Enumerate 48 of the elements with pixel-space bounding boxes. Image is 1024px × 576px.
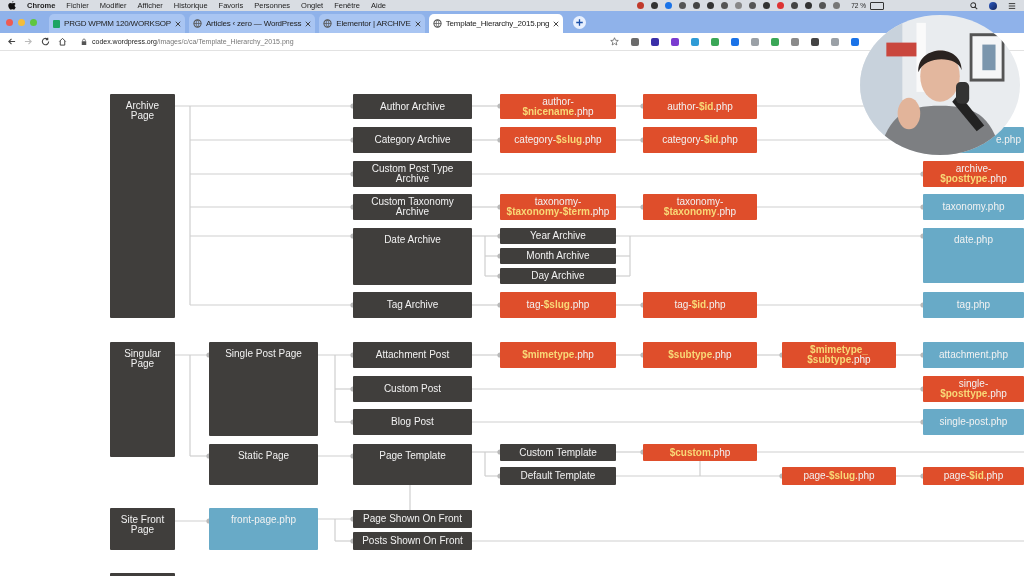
template-file-node: tag-$id.php (643, 292, 757, 318)
page-type-node: Date Archive (353, 228, 472, 285)
template-file-node: $mimetype.php (500, 342, 616, 368)
page-type-node: Single Post Page (209, 342, 318, 436)
template-file-node: $custom.php (643, 444, 757, 461)
page-type-node: Site Front Page (110, 508, 175, 550)
browser-tab[interactable]: Articles ‹ zero — WordPress (188, 14, 316, 33)
page-type-node: Category Archive (353, 127, 472, 153)
template-file-node: single-post.php (923, 409, 1024, 435)
page-type-node: Year Archive (500, 228, 616, 244)
page-type-node: Attachment Post (353, 342, 472, 368)
template-file-node: page-$slug.php (782, 467, 896, 485)
page-type-node: Author Archive (353, 94, 472, 119)
template-file-node: archive- $posttype.php (923, 161, 1024, 187)
template-file-node: page-$id.php (923, 467, 1024, 485)
page-type-node: Posts Shown On Front (353, 532, 472, 550)
template-file-node: date.php (923, 228, 1024, 283)
page-type-node: Archive Page (110, 94, 175, 318)
template-file-node: attachment.php (923, 342, 1024, 368)
template-file-node: taxonomy- $taxonomy-$term.php (500, 194, 616, 220)
page-type-node: Day Archive (500, 268, 616, 284)
page-type-node: Custom Post (353, 376, 472, 402)
template-file-node: author- $nicename.php (500, 94, 616, 119)
page-type-node: Custom Template (500, 444, 616, 461)
template-file-node: category-$id.php (643, 127, 757, 153)
template-file-node: taxonomy.php (923, 194, 1024, 220)
template-file-node: front-page.php (209, 508, 318, 550)
browser-tab[interactable]: Template_Hierarchy_2015.png (428, 14, 564, 33)
page-type-node: Page Shown On Front (353, 510, 472, 528)
page-type-node: Month Archive (500, 248, 616, 264)
browser-tab[interactable]: Elementor | ARCHIVE (319, 14, 425, 33)
page-type-node: Page Template (353, 444, 472, 485)
page-type-node: Custom Taxonomy Archive (353, 194, 472, 220)
template-file-node: tag-$slug.php (500, 292, 616, 318)
page-type-node: Custom Post Type Archive (353, 161, 472, 187)
template-file-node: tag.php (923, 292, 1024, 318)
browser-tab[interactable]: PRGD WPMM 120/WORKSOP (49, 14, 185, 33)
page-type-node: Blog Post (353, 409, 472, 435)
page-type-node: Tag Archive (353, 292, 472, 318)
template-file-node: single- $posttype.php (923, 376, 1024, 402)
template-file-node: $subtype.php (643, 342, 757, 368)
page-type-node: Static Page (209, 444, 318, 485)
template-file-node: author-$id.php (643, 94, 757, 119)
page-type-node: Default Template (500, 467, 616, 485)
template-file-node: $mimetype_ $subtype.php (782, 342, 896, 368)
template-file-node: taxonomy- $taxonomy.php (643, 194, 757, 220)
page-type-node: Singular Page (110, 342, 175, 457)
template-file-node: category-$slug.php (500, 127, 616, 153)
